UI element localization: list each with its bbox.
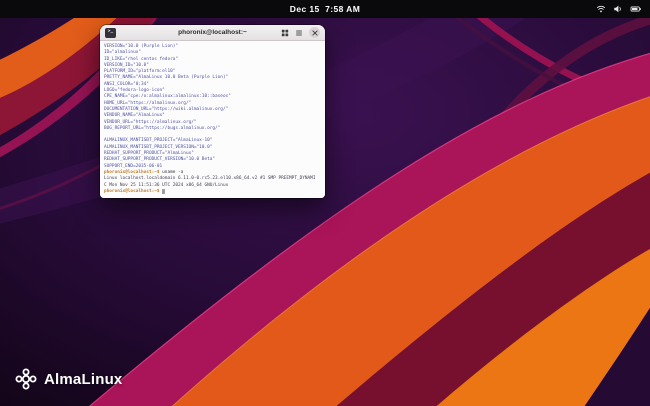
wallpaper-art <box>0 0 650 406</box>
menu-icon[interactable] <box>295 29 303 37</box>
brand-text: AlmaLinux <box>44 370 123 388</box>
terminal-text-cursor <box>162 188 165 194</box>
battery-icon[interactable] <box>630 4 642 14</box>
wallpaper <box>0 0 650 406</box>
terminal-text-prompt: phoronix@localhost:~$ <box>104 188 163 194</box>
terminal-text-prompt: phoronix@localhost:~$ <box>104 169 163 175</box>
volume-icon[interactable] <box>613 4 623 14</box>
terminal-text-plain: C Mon Nov 25 11:51:36 UTC 2024 x86_64 GN… <box>104 182 229 188</box>
terminal-titlebar[interactable]: phoronix@localhost:~ >_ <box>100 25 325 41</box>
terminal-text-out: REDHAT_SUPPORT_PRODUCT="AlmaLinux" <box>104 151 194 157</box>
almalinux-logo-icon <box>15 368 37 390</box>
terminal-text-out: REDHAT_SUPPORT_PRODUCT_VERSION="10.0 Bet… <box>104 157 216 163</box>
terminal-text-out: PRETTY_NAME="AlmaLinux 10.0 Beta (Purple… <box>104 75 229 81</box>
almalinux-wordmark: AlmaLinux <box>14 367 122 391</box>
terminal-text-out: VENDOR_NAME="AlmaLinux" <box>104 113 165 119</box>
terminal-text-plain: Linux localhost.localdomain 6.11.0-0.rc5… <box>104 176 316 182</box>
terminal-text-out: SUPPORT_END=2035-06-01 <box>104 163 163 169</box>
terminal-text-out: HOME_URL="https://almalinux.org/" <box>104 100 192 106</box>
terminal-line: phoronix@localhost:~$ <box>104 188 321 195</box>
terminal-text-out: BUG_REPORT_URL="https://bugs.almalinux.o… <box>104 125 221 131</box>
terminal-text-out: LOGO="fedora-logo-icon" <box>104 88 165 94</box>
terminal-text-out: VENDOR_URL="https://almalinux.org/" <box>104 119 197 125</box>
terminal-output[interactable]: VERSION="10.0 (Purple Lion)" ID="almalinu… <box>100 41 325 198</box>
terminal-text-out: DOCUMENTATION_URL="https://wiki.almalinu… <box>104 106 229 112</box>
terminal-text-out: ID_LIKE="rhel centos fedora" <box>104 56 179 62</box>
network-icon[interactable] <box>596 4 606 14</box>
terminal-text-out: ANSI_COLOR="0;34" <box>104 81 149 87</box>
clock[interactable]: Dec 15 7:58 AM <box>290 4 360 14</box>
new-tab-icon[interactable] <box>281 29 289 37</box>
terminal-text-out: ALMALINUX_MANTISBT_PROJECT="AlmaLinux-10… <box>104 138 213 144</box>
terminal-app-icon: >_ <box>105 27 116 38</box>
top-bar: Dec 15 7:58 AM <box>0 0 650 18</box>
close-icon[interactable] <box>309 27 320 38</box>
terminal-text-out: VERSION="10.0 (Purple Lion)" <box>104 44 179 49</box>
system-status-area[interactable] <box>596 0 642 18</box>
terminal-text-out: ID="almalinux" <box>104 50 142 56</box>
terminal-text-out: CPE_NAME="cpe:/o:almalinux:almalinux:10:… <box>104 94 231 100</box>
terminal-text-cmd: uname -a <box>162 169 184 175</box>
terminal-window: phoronix@localhost:~ >_ VERSION="10.0 (P… <box>100 25 325 198</box>
terminal-text-out: VERSION_ID="10.0" <box>104 62 149 68</box>
terminal-text-out: PLATFORM_ID="platform:el10" <box>104 69 176 75</box>
desktop: Dec 15 7:58 AM phoronix@localhost:~ >_ V… <box>0 0 650 406</box>
terminal-text-out: ALMALINUX_MANTISBT_PROJECT_VERSION="10.0… <box>104 144 213 150</box>
